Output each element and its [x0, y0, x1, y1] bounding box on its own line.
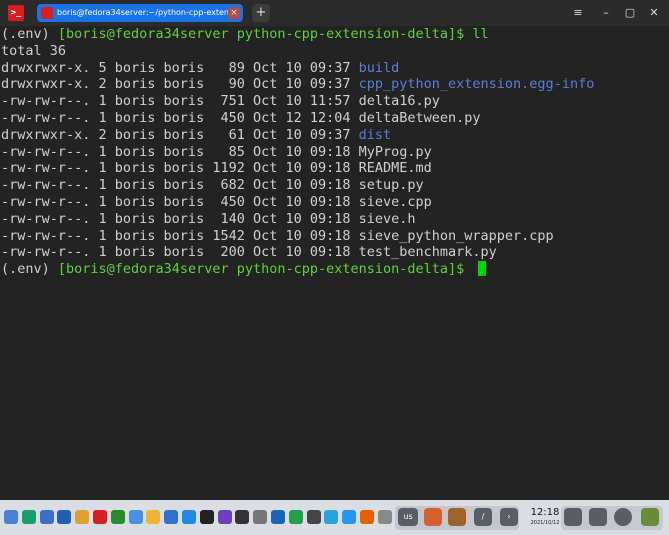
list-item: drwxrwxr-x. 5 boris boris 89 Oct 10 09:3… — [0, 60, 669, 77]
directory-name: dist — [358, 126, 392, 143]
file-meta: -rw-rw-r--. 1 boris boris 200 Oct 10 09:… — [1, 244, 359, 261]
list-item: -rw-rw-r--. 1 boris boris 1542 Oct 10 09… — [0, 228, 669, 245]
pen-icon[interactable]: / — [474, 508, 492, 526]
total-line: total 36 — [1, 42, 67, 59]
maximize-icon[interactable]: ▢ — [622, 5, 638, 21]
terminal-red-icon[interactable] — [93, 510, 107, 524]
intellij-icon[interactable] — [199, 510, 214, 524]
minimize-icon[interactable]: – — [598, 5, 614, 21]
list-item: -rw-rw-r--. 1 boris boris 140 Oct 10 09:… — [0, 211, 669, 228]
image-icon[interactable] — [342, 510, 357, 524]
web-icon[interactable] — [128, 510, 143, 524]
ide-icon[interactable] — [235, 510, 250, 524]
new-tab-button[interactable]: + — [252, 4, 270, 22]
list-item: drwxrwxr-x. 2 boris boris 90 Oct 10 09:3… — [0, 76, 669, 93]
apps-icon[interactable] — [164, 510, 179, 524]
android-icon[interactable] — [641, 508, 659, 526]
tab-terminal[interactable]: boris@fedora34server:~/python-cpp-extens… — [37, 4, 243, 22]
link-icon[interactable] — [4, 510, 18, 524]
rider-icon[interactable] — [217, 510, 232, 524]
keyboard-layout[interactable]: us — [398, 508, 418, 526]
globe-icon[interactable] — [57, 510, 72, 524]
file-name: test_benchmark.py — [358, 244, 497, 261]
list-item: -rw-rw-r--. 1 boris boris 450 Oct 12 12:… — [0, 110, 669, 127]
monkey-icon[interactable] — [448, 508, 466, 526]
clock-date: 2021/10/12 — [530, 520, 560, 526]
file-meta: drwxrwxr-x. 2 boris boris 61 Oct 10 09:3… — [1, 126, 359, 143]
terminal-icon[interactable] — [21, 510, 36, 524]
list-item: -rw-rw-r--. 1 boris boris 1192 Oct 10 09… — [0, 160, 669, 177]
file-name: delta16.py — [358, 93, 440, 110]
list-item: -rw-rw-r--. 1 boris boris 200 Oct 10 09:… — [0, 244, 669, 261]
tab-title: boris@fedora34server:~/python-cpp-extens… — [57, 8, 229, 17]
camera-icon[interactable] — [306, 510, 321, 524]
close-tab-icon[interactable]: × — [228, 7, 240, 19]
terminal-output[interactable]: (.env) [boris@fedora34server python-cpp-… — [0, 26, 669, 496]
settings-icon[interactable] — [39, 510, 54, 524]
prompt-line-current: (.env) [boris@fedora34server python-cpp-… — [0, 261, 669, 278]
directory-name: cpp_python_extension.egg-info — [358, 76, 595, 93]
file-icon[interactable] — [253, 510, 268, 524]
list-item: -rw-rw-r--. 1 boris boris 85 Oct 10 09:1… — [0, 144, 669, 161]
vim-icon[interactable] — [110, 510, 125, 524]
file-meta: -rw-rw-r--. 1 boris boris 450 Oct 12 12:… — [1, 109, 359, 126]
file-name: deltaBetween.py — [358, 109, 481, 126]
file-meta: -rw-rw-r--. 1 boris boris 751 Oct 10 11:… — [1, 93, 359, 110]
file-name: sieve.h — [358, 210, 416, 227]
terminal-icon[interactable]: >_ — [8, 5, 24, 21]
directory-name: build — [358, 59, 400, 76]
file-name: README.md — [358, 160, 432, 177]
command: ll — [472, 26, 489, 42]
listing: drwxrwxr-x. 5 boris boris 89 Oct 10 09:3… — [0, 60, 669, 262]
file-meta: -rw-rw-r--. 1 boris boris 1192 Oct 10 09… — [1, 160, 359, 177]
cursor — [478, 261, 487, 277]
package-icon[interactable] — [182, 510, 196, 524]
chrome-icon[interactable] — [75, 510, 90, 524]
env-prefix: (.env) — [1, 26, 58, 42]
terminal-tab-icon — [41, 7, 53, 19]
file-name: setup.py — [358, 177, 424, 194]
bell-icon[interactable] — [564, 508, 582, 526]
doc-icon[interactable] — [271, 510, 285, 524]
file-meta: drwxrwxr-x. 5 boris boris 89 Oct 10 09:3… — [1, 59, 359, 76]
window-icon[interactable] — [589, 508, 607, 526]
power-icon[interactable] — [614, 508, 632, 526]
list-item: -rw-rw-r--. 1 boris boris 751 Oct 10 11:… — [0, 93, 669, 110]
file-name: MyProg.py — [358, 143, 432, 160]
taskbar: us / › — [0, 500, 669, 535]
menu-icon[interactable]: ≡ — [570, 5, 586, 21]
close-icon[interactable]: ✕ — [646, 5, 662, 21]
chevron-right-icon[interactable]: › — [500, 508, 518, 526]
pycharm-icon[interactable] — [288, 510, 303, 524]
file-name: sieve.cpp — [358, 193, 432, 210]
telegram-icon[interactable] — [324, 510, 339, 524]
list-item: -rw-rw-r--. 1 boris boris 450 Oct 10 09:… — [0, 194, 669, 211]
prompt-line: (.env) [boris@fedora34server python-cpp-… — [0, 26, 669, 43]
clock-time[interactable]: 12:18 — [526, 507, 564, 518]
file-meta: -rw-rw-r--. 1 boris boris 450 Oct 10 09:… — [1, 193, 359, 210]
list-item: drwxrwxr-x. 2 boris boris 61 Oct 10 09:3… — [0, 127, 669, 144]
file-meta: -rw-rw-r--. 1 boris boris 1542 Oct 10 09… — [1, 227, 359, 244]
file-meta: drwxrwxr-x. 2 boris boris 90 Oct 10 09:3… — [1, 76, 359, 93]
package-icon[interactable] — [424, 508, 442, 526]
env-prefix: (.env) — [1, 261, 58, 278]
notes-icon[interactable] — [146, 510, 161, 524]
title-bar: >_ boris@fedora34server:~/python-cpp-ext… — [0, 0, 669, 26]
list-item: -rw-rw-r--. 1 boris boris 682 Oct 10 09:… — [0, 177, 669, 194]
file-meta: -rw-rw-r--. 1 boris boris 85 Oct 10 09:1… — [1, 143, 359, 160]
prompt: [boris@fedora34server python-cpp-extensi… — [57, 26, 473, 42]
file-meta: -rw-rw-r--. 1 boris boris 140 Oct 10 09:… — [1, 210, 359, 227]
file-meta: -rw-rw-r--. 1 boris boris 682 Oct 10 09:… — [1, 177, 359, 194]
firefox-icon[interactable] — [360, 510, 374, 524]
file-name: sieve_python_wrapper.cpp — [358, 227, 554, 244]
gear-icon[interactable] — [377, 510, 392, 524]
prompt: [boris@fedora34server python-cpp-extensi… — [57, 261, 473, 278]
